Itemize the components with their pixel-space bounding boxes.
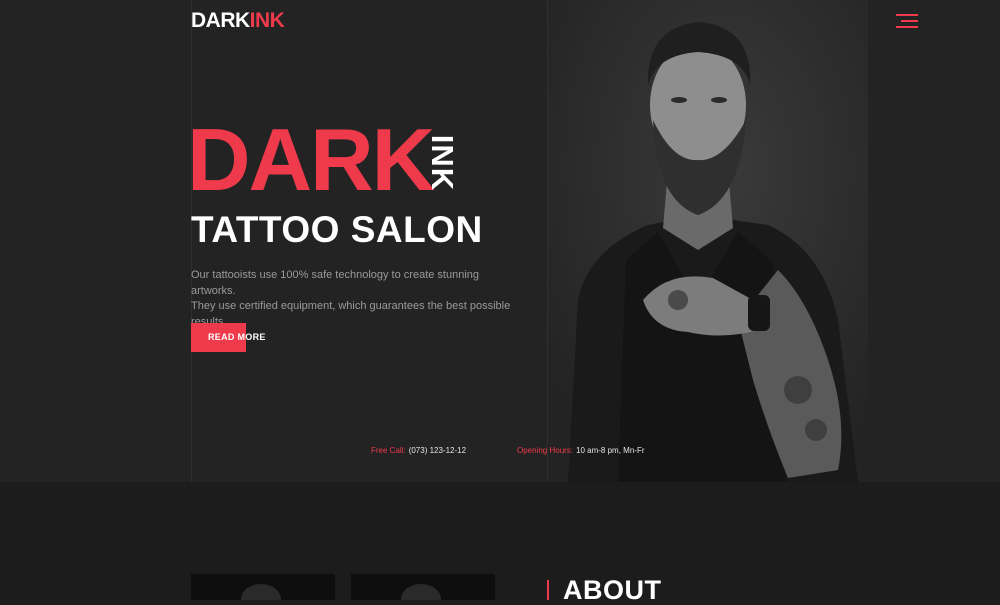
description-line: Our tattooists use 100% safe technology … xyxy=(191,269,480,297)
opening-hours-info: Opening Hours: 10 am-8 pm, Mn-Fr xyxy=(517,445,645,456)
about-title: ABOUT xyxy=(563,575,662,605)
about-accent-bar xyxy=(547,580,549,600)
hero-subtitle: TATTOO SALON xyxy=(191,209,483,250)
menu-line xyxy=(896,26,918,28)
hero-section: DARKINK DARK INK TATTOO SALON Our tattoo… xyxy=(0,0,1000,482)
read-more-button-label[interactable]: READ MORE xyxy=(208,331,266,344)
opening-hours-label: Opening Hours: xyxy=(517,446,574,455)
free-call-label: Free Call: xyxy=(371,446,406,455)
about-section xyxy=(0,482,1000,600)
site-logo[interactable]: DARKINK xyxy=(191,9,285,33)
team-photo xyxy=(191,574,335,600)
menu-line xyxy=(896,14,918,16)
phone-number[interactable]: (073) 123-12-12 xyxy=(409,446,466,455)
hamburger-menu-icon[interactable] xyxy=(896,14,918,28)
photo-shape xyxy=(241,584,281,600)
hero-description: Our tattooists use 100% safe technology … xyxy=(191,268,521,330)
menu-line xyxy=(901,20,918,22)
hero-title-dark: DARK xyxy=(187,110,435,209)
tattooed-man-portrait xyxy=(548,0,868,482)
logo-dark-text: DARK xyxy=(191,9,250,32)
logo-ink-text: INK xyxy=(249,9,285,32)
free-call-info: Free Call: (073) 123-12-12 xyxy=(371,445,466,456)
hero-title-ink: INK xyxy=(425,134,460,192)
team-photo xyxy=(351,574,495,600)
photo-shape xyxy=(401,584,441,600)
opening-hours-value: 10 am-8 pm, Mn-Fr xyxy=(576,446,645,455)
grid-line xyxy=(547,0,548,482)
